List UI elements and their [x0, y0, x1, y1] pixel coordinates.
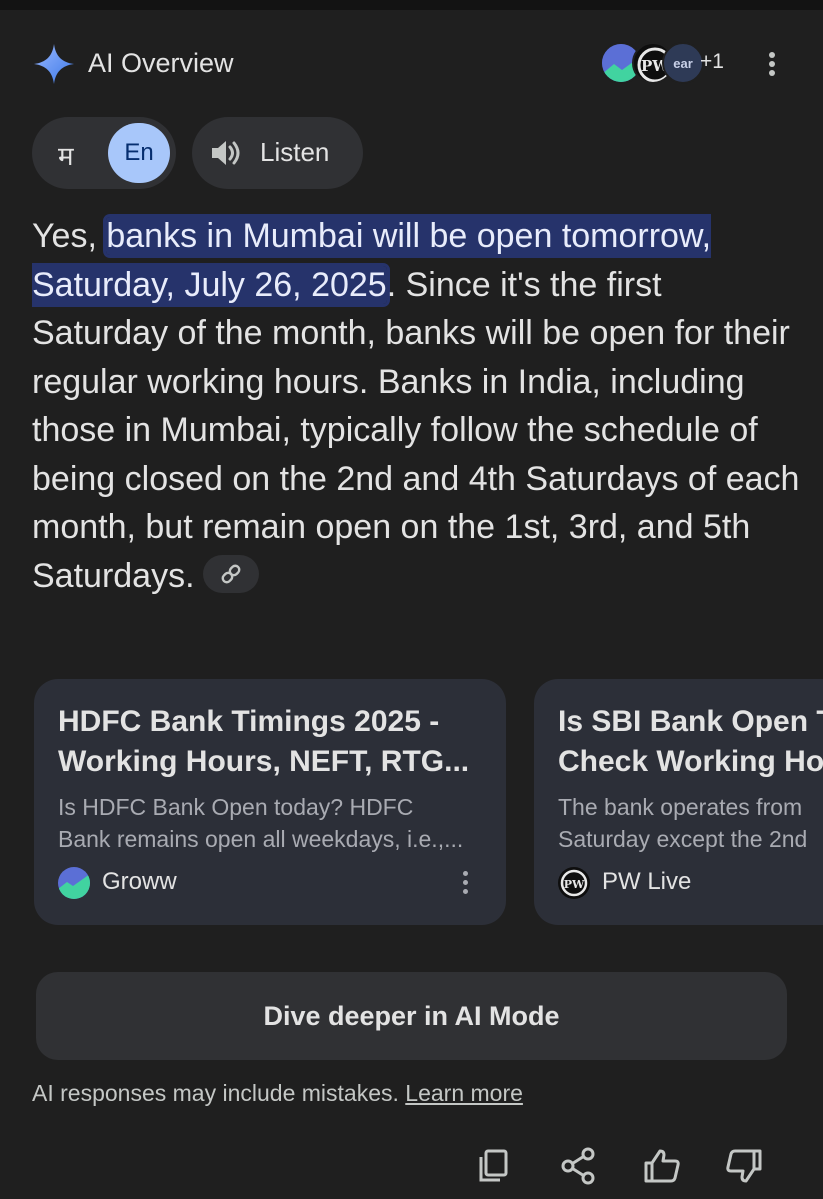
svg-text:PW: PW — [564, 878, 585, 891]
card-snippet-line2: Bank remains open all weekdays, i.e.,... — [58, 826, 464, 852]
ai-answer-text: Yes, banks in Mumbai will be open tomorr… — [32, 212, 802, 600]
source-card[interactable]: HDFC Bank Timings 2025 - Working Hours, … — [34, 679, 506, 925]
card-snippet-line1: Is HDFC Bank Open today? HDFC — [58, 794, 414, 820]
listen-label: Listen — [260, 137, 330, 167]
disclaimer-text: AI responses may include mistakes. — [32, 1080, 399, 1106]
dive-deeper-ai-mode-button[interactable]: Dive deeper in AI Mode — [36, 972, 787, 1060]
source-avatar-3: ear — [662, 42, 704, 84]
answer-prefix: Yes, — [32, 217, 107, 255]
answer-body: . Since it's the first Saturday of the m… — [32, 265, 800, 595]
card-snippet-line1: The bank operates from — [558, 794, 803, 820]
language-option-english[interactable]: En — [108, 123, 170, 183]
language-option-hindi[interactable]: म — [58, 137, 74, 173]
card-title-line2: Check Working Ho — [558, 745, 823, 778]
source-avatars[interactable]: PW ear — [600, 42, 704, 86]
copy-button[interactable] — [474, 1146, 514, 1186]
thumbs-down-icon — [726, 1149, 762, 1183]
kebab-menu-icon[interactable] — [760, 48, 784, 80]
sparkle-icon — [34, 44, 74, 84]
card-kebab-menu-icon[interactable] — [458, 871, 474, 897]
thumbs-up-icon — [644, 1149, 680, 1183]
card-snippet-line2: Saturday except the 2nd — [558, 826, 808, 852]
thumbs-up-button[interactable] — [642, 1146, 682, 1186]
card-source-name: Groww — [102, 868, 177, 895]
thumbs-down-button[interactable] — [724, 1146, 764, 1186]
card-title-line2: Working Hours, NEFT, RTG... — [58, 745, 470, 778]
learn-more-link[interactable]: Learn more — [405, 1080, 523, 1106]
sources-extra-count[interactable]: +1 — [700, 50, 724, 74]
share-button[interactable] — [558, 1146, 598, 1186]
copy-icon — [479, 1149, 508, 1182]
groww-icon — [58, 867, 90, 899]
card-title-line1: Is SBI Bank Open T — [558, 705, 823, 738]
card-source-name: PW Live — [602, 868, 692, 895]
source-cards-carousel[interactable]: HDFC Bank Timings 2025 - Working Hours, … — [0, 679, 823, 927]
language-toggle: म En — [32, 117, 176, 189]
speaker-icon — [212, 141, 240, 165]
listen-button[interactable]: Listen — [192, 117, 363, 189]
citation-link-button[interactable] — [202, 554, 259, 593]
source-card[interactable]: Is SBI Bank Open T Check Working Ho The … — [534, 679, 823, 925]
link-icon — [221, 564, 240, 583]
card-title-line1: HDFC Bank Timings 2025 - — [58, 705, 440, 738]
ai-disclaimer: AI responses may include mistakes. Learn… — [32, 1080, 523, 1107]
top-bar — [0, 0, 823, 10]
pw-live-icon: PW — [558, 867, 590, 899]
share-icon — [561, 1147, 595, 1185]
ai-overview-title: AI Overview — [88, 48, 234, 78]
ai-overview-header: AI Overview PW ear +1 — [32, 40, 792, 88]
